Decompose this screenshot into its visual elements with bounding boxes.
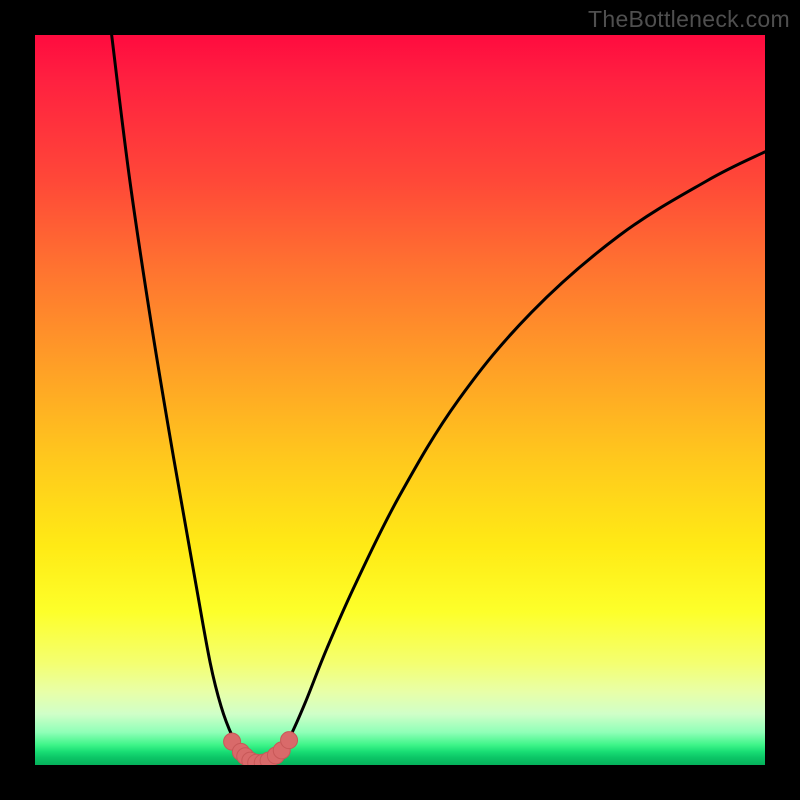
watermark-text: TheBottleneck.com [588, 6, 790, 33]
chart-frame: TheBottleneck.com [0, 0, 800, 800]
plot-area [35, 35, 765, 765]
trough-markers [224, 732, 298, 765]
curve-right-branch [270, 152, 765, 765]
curve-layer [35, 35, 765, 765]
curve-left-branch [112, 35, 253, 765]
trough-marker-dot [281, 732, 298, 749]
